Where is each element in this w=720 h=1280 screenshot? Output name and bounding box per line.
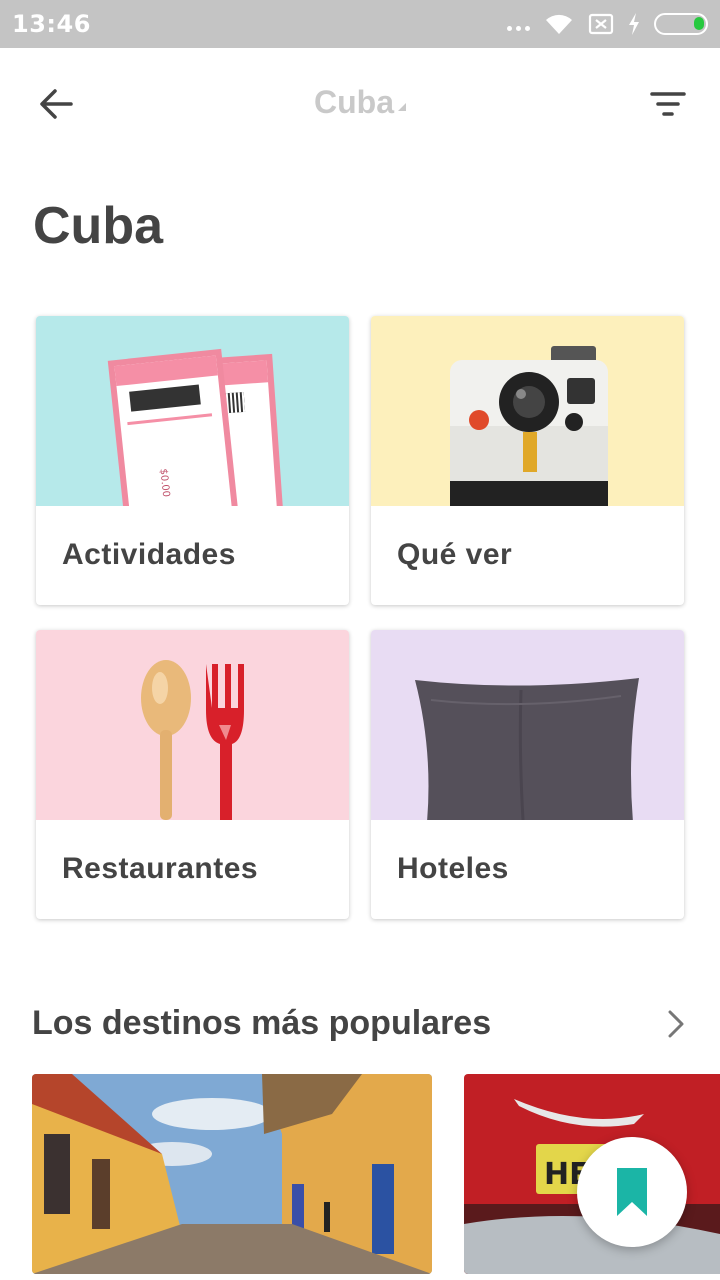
category-label: Restaurantes [62,852,259,885]
bookmark-icon [617,1168,647,1216]
charging-icon [629,13,639,35]
filter-icon [650,92,686,116]
toolbar-title: Cuba [314,84,394,120]
filter-button[interactable] [636,76,700,132]
category-label: Qué ver [397,538,513,571]
colonial-street-image [32,1074,432,1274]
dropdown-caret-icon [398,103,406,111]
more-dots-icon [507,17,530,31]
see-all-button[interactable] [656,1004,696,1044]
category-card-que-ver[interactable]: Qué ver [371,316,684,605]
status-time: 13:46 [12,10,91,38]
battery-icon [654,13,708,35]
pillow-image [371,630,684,820]
page-title: Cuba [33,197,163,255]
destination-selector[interactable]: Cuba [0,84,720,121]
bookmark-fab[interactable] [577,1137,687,1247]
category-label: Hoteles [397,852,509,885]
destination-card[interactable] [32,1074,432,1274]
wifi-icon [546,14,572,34]
tickets-image: $0.00 [36,316,349,506]
section-title: Los destinos más populares [32,1004,492,1042]
category-card-actividades[interactable]: $0.00 Actividades [36,316,349,605]
spoon-fork-image [36,630,349,820]
sim-off-icon [588,13,614,35]
category-card-hoteles[interactable]: Hoteles [371,630,684,919]
category-card-restaurantes[interactable]: Restaurantes [36,630,349,919]
status-icons [507,10,708,38]
status-bar: 13:46 [0,0,720,48]
category-label: Actividades [62,538,236,571]
camera-image [371,316,684,506]
toolbar: Cuba [0,48,720,160]
chevron-right-icon [668,1010,684,1038]
